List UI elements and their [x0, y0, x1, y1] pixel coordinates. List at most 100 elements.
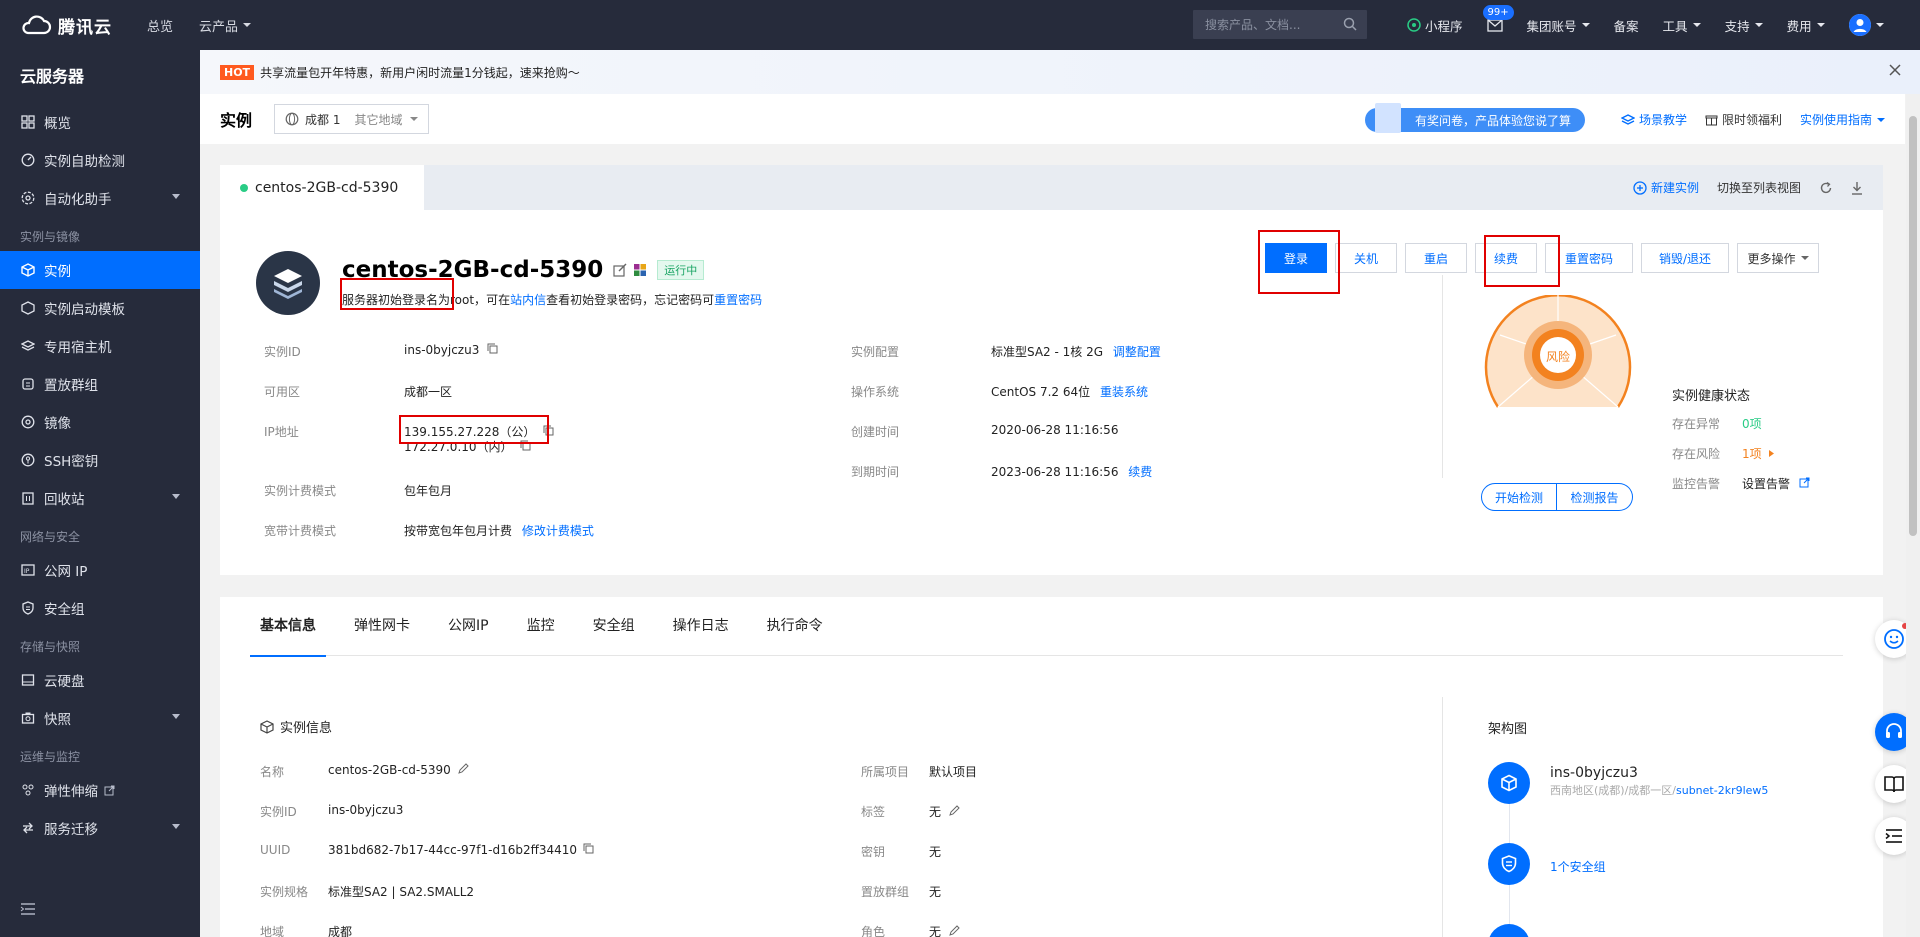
- kv-health-risk[interactable]: 存在风险 1项: [1672, 445, 1852, 461]
- kv-instance-config: 实例配置 标准型SA2 - 1核 2G 调整配置: [851, 343, 1251, 359]
- tab-eni[interactable]: 弹性网卡: [354, 597, 410, 656]
- sidebar-item-label: 服务迁移: [44, 822, 98, 838]
- sidebar-item-instances[interactable]: 实例: [0, 251, 200, 289]
- restart-button[interactable]: 重启: [1405, 243, 1467, 273]
- instance-tab[interactable]: centos-2GB-cd-5390: [220, 165, 424, 210]
- tab-execute-command[interactable]: 执行命令: [767, 597, 823, 656]
- arch-node[interactable]: [1488, 924, 1530, 937]
- close-icon[interactable]: [1888, 63, 1902, 77]
- mini-program-link[interactable]: 小程序: [1395, 16, 1475, 35]
- set-alarm-link[interactable]: 设置告警: [1742, 475, 1810, 492]
- scrollbar-thumb[interactable]: [1909, 116, 1917, 536]
- copy-icon[interactable]: [583, 843, 594, 854]
- copy-icon[interactable]: [487, 343, 498, 354]
- switch-to-list-view-link[interactable]: 切换至列表视图: [1717, 179, 1801, 196]
- divider: [1442, 275, 1443, 478]
- arch-instance-node[interactable]: [1488, 762, 1530, 804]
- sidebar-item-automation[interactable]: 自动化助手: [0, 179, 200, 217]
- kv-value: 2020-06-28 11:16:56: [991, 423, 1119, 437]
- sidebar-item-images[interactable]: 镜像: [0, 403, 200, 441]
- new-instance-button[interactable]: 新建实例: [1633, 179, 1699, 196]
- sidebar-item-label: 自动化助手: [44, 192, 112, 208]
- billing-menu[interactable]: 费用: [1775, 16, 1837, 35]
- user-menu[interactable]: [1837, 14, 1896, 36]
- tab-basic-info[interactable]: 基本信息: [250, 597, 326, 657]
- sidebar-item-migration[interactable]: 服务迁移: [0, 809, 200, 847]
- sidebar-item-snapshot[interactable]: 快照: [0, 699, 200, 737]
- arch-security-group-node[interactable]: [1488, 843, 1530, 885]
- kv-label: 到期时间: [851, 465, 900, 479]
- global-search-input[interactable]: 搜索产品、文档...: [1193, 10, 1367, 39]
- tools-menu[interactable]: 工具: [1651, 16, 1713, 35]
- support-menu[interactable]: 支持: [1713, 16, 1775, 35]
- chevron-down-icon: [172, 824, 180, 829]
- tab-security-group[interactable]: 安全组: [593, 597, 635, 656]
- sidebar-item-label: 公网 IP: [44, 564, 88, 580]
- pencil-icon[interactable]: [949, 805, 960, 816]
- sidebar-item-label: 专用宿主机: [44, 340, 112, 356]
- search-icon[interactable]: [1343, 17, 1357, 31]
- check-report-button[interactable]: 检测报告: [1557, 483, 1633, 511]
- pencil-icon[interactable]: [949, 925, 960, 936]
- sidebar-item-cloud-disk[interactable]: 云硬盘: [0, 661, 200, 699]
- start-check-button[interactable]: 开始检测: [1481, 483, 1557, 511]
- limited-offer-label: 限时领福利: [1721, 113, 1782, 127]
- kv-value: CentOS 7.2 64位 重装系统: [991, 383, 1148, 400]
- sidebar-item-public-ip[interactable]: IP 公网 IP: [0, 551, 200, 589]
- sidebar-item-security-group[interactable]: 安全组: [0, 589, 200, 627]
- adjust-config-link[interactable]: 调整配置: [1113, 345, 1161, 359]
- limited-offer-link[interactable]: 限时领福利: [1705, 111, 1782, 128]
- edit-icon[interactable]: [613, 263, 627, 277]
- survey-banner[interactable]: 有奖问卷，产品体验您说了算: [1365, 103, 1585, 133]
- sidebar-item-recycle-bin[interactable]: 回收站: [0, 479, 200, 517]
- shutdown-button[interactable]: 关机: [1335, 243, 1397, 273]
- inbox-link[interactable]: 站内信: [510, 293, 546, 307]
- nav-overview[interactable]: 总览: [134, 16, 186, 35]
- sidebar-item-placement-group[interactable]: 置放群组: [0, 365, 200, 403]
- sidebar-item-label: 置放群组: [44, 378, 98, 394]
- reinstall-system-link[interactable]: 重装系统: [1100, 385, 1148, 399]
- tab-public-ip[interactable]: 公网IP: [448, 597, 489, 656]
- nav-products[interactable]: 云产品: [186, 16, 264, 35]
- cube-icon: [20, 262, 36, 278]
- arch-security-group-link[interactable]: 1个安全组: [1550, 858, 1606, 875]
- kv-value: 标准型SA2 - 1核 2G 调整配置: [991, 343, 1161, 360]
- risk-count[interactable]: 1项: [1742, 445, 1775, 462]
- renew-link[interactable]: 续费: [1128, 465, 1152, 479]
- list-indent-icon: [1885, 829, 1902, 843]
- region-select[interactable]: 成都 1 其它地域: [274, 104, 430, 134]
- top-bar: 腾讯云 总览 云产品 搜索产品、文档... 小程序 99+ 集团账号 备案 工具…: [0, 0, 1920, 50]
- usage-guide-link[interactable]: 实例使用指南: [1800, 111, 1885, 128]
- sidebar-item-dedicated-host[interactable]: 专用宿主机: [0, 327, 200, 365]
- kv-expire-time: 到期时间 2023-06-28 11:16:56 续费: [851, 463, 1251, 479]
- kv-value: 无: [929, 923, 960, 937]
- refresh-button[interactable]: [1819, 181, 1833, 195]
- tab-monitoring[interactable]: 监控: [527, 597, 555, 656]
- sidebar-item-auto-scaling[interactable]: 弹性伸缩: [0, 771, 200, 809]
- reset-password-link[interactable]: 重置密码: [714, 293, 762, 307]
- group-account-menu[interactable]: 集团账号: [1515, 16, 1602, 35]
- collapse-sidebar-button[interactable]: [20, 902, 36, 919]
- more-actions-button[interactable]: 更多操作: [1737, 243, 1819, 273]
- sidebar-item-self-check[interactable]: 实例自助检测: [0, 141, 200, 179]
- sidebar-item-ssh-keys[interactable]: SSH密钥: [0, 441, 200, 479]
- kv-label: 实例规格: [260, 885, 309, 899]
- sidebar-item-overview[interactable]: 概览: [0, 103, 200, 141]
- destroy-return-button[interactable]: 销毁/退还: [1641, 243, 1729, 273]
- sidebar-item-launch-template[interactable]: 实例启动模板: [0, 289, 200, 327]
- scenario-tutorial-link[interactable]: 场景教学: [1620, 111, 1687, 128]
- download-button[interactable]: [1851, 181, 1863, 195]
- kv-value: 成都: [328, 925, 353, 937]
- brand-logo[interactable]: 腾讯云: [0, 13, 134, 38]
- sidebar-item-label: SSH密钥: [44, 454, 99, 470]
- icp-filing-link[interactable]: 备案: [1602, 16, 1651, 35]
- tab-operation-log[interactable]: 操作日志: [673, 597, 729, 656]
- kv-value: 无: [929, 845, 942, 859]
- pencil-icon[interactable]: [457, 763, 469, 774]
- page-scrollbar[interactable]: [1906, 94, 1920, 937]
- promo-text[interactable]: 共享流量包开年特惠，新用户闲时流量1分钱起，速来抢购～: [260, 64, 580, 81]
- arch-subnet-link[interactable]: subnet-2kr9lew5: [1676, 784, 1768, 797]
- messages-button[interactable]: 99+: [1475, 4, 1515, 32]
- highlight-box: [399, 415, 549, 444]
- modify-billing-link[interactable]: 修改计费模式: [522, 524, 594, 538]
